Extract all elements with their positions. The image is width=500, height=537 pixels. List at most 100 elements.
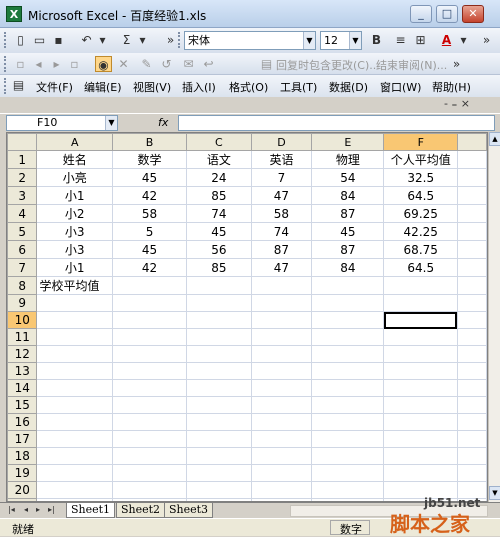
grid-cell[interactable]: 小2 xyxy=(36,204,113,223)
grid-cell[interactable] xyxy=(383,464,458,482)
close-button[interactable]: ✕ xyxy=(462,5,484,23)
bold-button[interactable]: B xyxy=(368,32,385,48)
grid-cell[interactable] xyxy=(311,379,385,397)
grid-cell[interactable] xyxy=(456,150,487,169)
grid-cell[interactable] xyxy=(456,276,487,295)
grid-cell[interactable] xyxy=(186,311,252,329)
first-sheet-icon[interactable]: |◂ xyxy=(8,505,15,514)
menu-window[interactable]: 窗口(W) xyxy=(380,79,421,95)
grid-cell[interactable]: 个人平均值 xyxy=(383,150,458,169)
grid-cell[interactable] xyxy=(36,430,113,448)
grid-cell[interactable] xyxy=(111,396,188,414)
grid-cell[interactable] xyxy=(36,362,113,380)
row-header[interactable]: 17 xyxy=(7,430,38,448)
grid-cell[interactable]: 物理 xyxy=(311,150,385,169)
grid-cell[interactable] xyxy=(36,294,113,312)
menu-grip[interactable] xyxy=(4,78,7,94)
grid-cell[interactable] xyxy=(383,447,458,465)
font-color-icon[interactable]: A xyxy=(438,32,455,48)
grid-cell[interactable] xyxy=(250,430,313,448)
next-sheet-icon[interactable]: ▸ xyxy=(36,505,40,514)
grid-cell[interactable] xyxy=(186,396,252,414)
grid-cell[interactable]: 小1 xyxy=(36,186,113,205)
grid-cell[interactable] xyxy=(250,413,313,431)
grid-cell[interactable] xyxy=(456,294,487,312)
grid-cell[interactable] xyxy=(383,345,458,363)
row-header[interactable]: 7 xyxy=(7,258,38,277)
function-icon[interactable]: fx xyxy=(158,116,168,129)
grid-cell[interactable] xyxy=(36,311,113,329)
grid-cell[interactable] xyxy=(111,379,188,397)
grid-cell[interactable] xyxy=(456,168,487,187)
sheet-tab-sheet3[interactable]: Sheet3 xyxy=(164,503,214,518)
grid-cell[interactable] xyxy=(250,447,313,465)
grid-cell[interactable] xyxy=(456,345,487,363)
grid-cell[interactable] xyxy=(456,222,487,241)
grid-cell[interactable] xyxy=(456,186,487,205)
grid-cell[interactable] xyxy=(456,362,487,380)
grid-cell[interactable] xyxy=(36,345,113,363)
grid-cell[interactable] xyxy=(186,345,252,363)
grid-cell[interactable] xyxy=(456,396,487,414)
grid-cell[interactable] xyxy=(111,311,188,329)
grid-cell[interactable] xyxy=(186,481,252,499)
track-changes-icon[interactable]: ✎ xyxy=(138,56,155,72)
grid-cell[interactable]: 24 xyxy=(186,168,252,187)
grid-cell[interactable] xyxy=(36,328,113,346)
row-header[interactable]: 12 xyxy=(7,345,38,363)
grid-cell[interactable] xyxy=(383,294,458,312)
end-review-button[interactable]: 结束审阅(N)... xyxy=(376,57,447,73)
save-icon[interactable]: ▪ xyxy=(50,32,67,48)
grid-cell[interactable]: 54 xyxy=(311,168,385,187)
toolbar-options-icon[interactable]: » xyxy=(448,56,465,72)
grid-cell[interactable] xyxy=(36,481,113,499)
grid-cell[interactable] xyxy=(186,328,252,346)
column-header-d[interactable]: D xyxy=(250,133,313,151)
grid-cell[interactable] xyxy=(311,328,385,346)
grid-cell[interactable]: 64.5 xyxy=(383,258,458,277)
prev-comment-icon[interactable]: ◂ xyxy=(30,56,47,72)
show-all-comments-icon[interactable]: ◉ xyxy=(95,56,112,72)
grid-cell[interactable]: 42.25 xyxy=(383,222,458,241)
grid-cell[interactable]: 45 xyxy=(311,222,385,241)
undo-icon[interactable]: ↶ xyxy=(78,32,95,48)
column-header-c[interactable]: C xyxy=(186,133,252,151)
vertical-scrollbar[interactable]: ▲ ▼ xyxy=(488,132,500,502)
row-header[interactable]: 6 xyxy=(7,240,38,259)
column-header-a[interactable]: A xyxy=(36,133,113,151)
grid-cell[interactable] xyxy=(250,362,313,380)
sheet-tab-sheet1[interactable]: Sheet1 xyxy=(66,503,116,518)
menu-format[interactable]: 格式(O) xyxy=(229,79,268,95)
chevron-down-icon[interactable]: ▼ xyxy=(303,32,315,49)
grid-cell[interactable]: 姓名 xyxy=(36,150,113,169)
grid-cell[interactable] xyxy=(311,481,385,499)
grid-cell[interactable] xyxy=(111,276,188,295)
grid-cell[interactable] xyxy=(456,311,487,329)
grid-cell[interactable] xyxy=(111,345,188,363)
menu-edit[interactable]: 编辑(E) xyxy=(84,79,122,95)
grid-cell[interactable] xyxy=(250,379,313,397)
grid-cell[interactable]: 74 xyxy=(186,204,252,223)
grid-cell[interactable] xyxy=(383,362,458,380)
column-header-b[interactable]: B xyxy=(111,133,188,151)
sheet-tab-sheet2[interactable]: Sheet2 xyxy=(116,503,166,518)
grid-cell[interactable] xyxy=(186,276,252,295)
toolbar-options-icon[interactable]: » xyxy=(478,32,495,48)
grid-cell[interactable]: 47 xyxy=(250,186,313,205)
grid-cell[interactable] xyxy=(383,276,458,295)
grid-cell[interactable] xyxy=(186,294,252,312)
new-icon[interactable]: ▯ xyxy=(12,32,29,48)
row-header[interactable]: 13 xyxy=(7,362,38,380)
grid-cell[interactable]: 小3 xyxy=(36,240,113,259)
document-icon[interactable]: ▤ xyxy=(10,77,27,93)
reply-with-changes-button[interactable]: 回复时包含更改(C)... xyxy=(276,57,380,73)
grid-cell[interactable]: 5 xyxy=(111,222,188,241)
grid-cell[interactable]: 87 xyxy=(250,240,313,259)
chevron-down-icon[interactable]: ▼ xyxy=(105,116,117,130)
grid-cell[interactable] xyxy=(311,362,385,380)
reply-changes-icon[interactable]: ▤ xyxy=(258,56,275,72)
row-header[interactable]: 8 xyxy=(7,276,38,295)
row-header[interactable]: 11 xyxy=(7,328,38,346)
font-size-select[interactable]: 12 ▼ xyxy=(320,31,362,50)
grid-cell[interactable]: 42 xyxy=(111,186,188,205)
